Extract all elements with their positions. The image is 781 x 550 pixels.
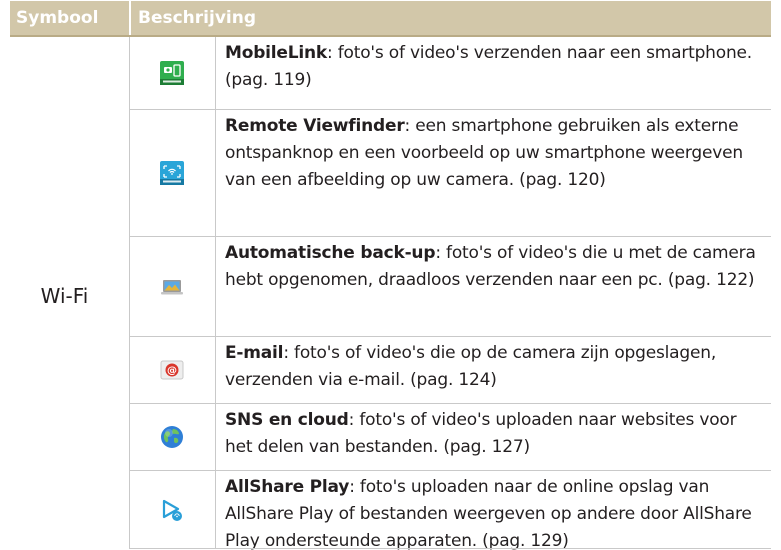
row-text: Automatische back-up: foto's of video's … <box>225 237 771 294</box>
row-title: E-mail <box>225 343 284 363</box>
row-text: E-mail: foto's of video's die op de came… <box>225 337 771 394</box>
icon-cell <box>129 404 216 470</box>
table-row: Automatische back-up: foto's of video's … <box>129 237 771 337</box>
row-text: AllShare Play: foto's uploaden naar de o… <box>225 471 771 550</box>
table-row: MobileLink: foto's of video's verzenden … <box>129 37 771 110</box>
row-title: Automatische back-up <box>225 243 436 263</box>
row-description: : foto's of video's die op de camera zij… <box>225 343 717 390</box>
table-row: SNS en cloud: foto's of video's uploaden… <box>129 404 771 471</box>
icon-cell <box>129 110 216 236</box>
email-icon: @ <box>160 360 184 380</box>
table-header: Symbool Beschrijving <box>10 1 771 37</box>
svg-text:@: @ <box>167 366 177 377</box>
category-label-wifi: Wi-Fi <box>40 284 89 308</box>
header-description: Beschrijving <box>138 8 257 28</box>
icon-cell <box>129 37 216 109</box>
auto-backup-icon <box>161 279 183 294</box>
table-body: MobileLink: foto's of video's verzenden … <box>129 37 771 550</box>
icon-cell: @ <box>129 337 216 403</box>
icon-cell <box>129 237 216 336</box>
globe-icon <box>161 426 183 448</box>
row-title: Remote Viewfinder <box>225 116 405 136</box>
header-divider <box>129 1 131 35</box>
row-title: SNS en cloud <box>225 410 349 430</box>
mobilelink-icon <box>160 61 184 85</box>
row-title: AllShare Play <box>225 477 350 497</box>
remote-viewfinder-icon <box>160 161 184 185</box>
table-row: Remote Viewfinder: een smartphone gebrui… <box>129 110 771 237</box>
allshare-play-icon <box>162 499 182 521</box>
row-text: MobileLink: foto's of video's verzenden … <box>225 37 771 94</box>
table-bottom-rule <box>129 548 771 549</box>
header-symbol: Symbool <box>16 8 99 28</box>
row-title: MobileLink <box>225 43 328 63</box>
row-text: Remote Viewfinder: een smartphone gebrui… <box>225 110 771 194</box>
icon-cell <box>129 471 216 549</box>
wifi-symbol-table: Symbool Beschrijving Wi-Fi MobileLink: f… <box>0 0 781 550</box>
table-row: AllShare Play: foto's uploaden naar de o… <box>129 471 771 550</box>
table-row: @ E-mail: foto's of video's die op de ca… <box>129 337 771 404</box>
row-text: SNS en cloud: foto's of video's uploaden… <box>225 404 771 461</box>
